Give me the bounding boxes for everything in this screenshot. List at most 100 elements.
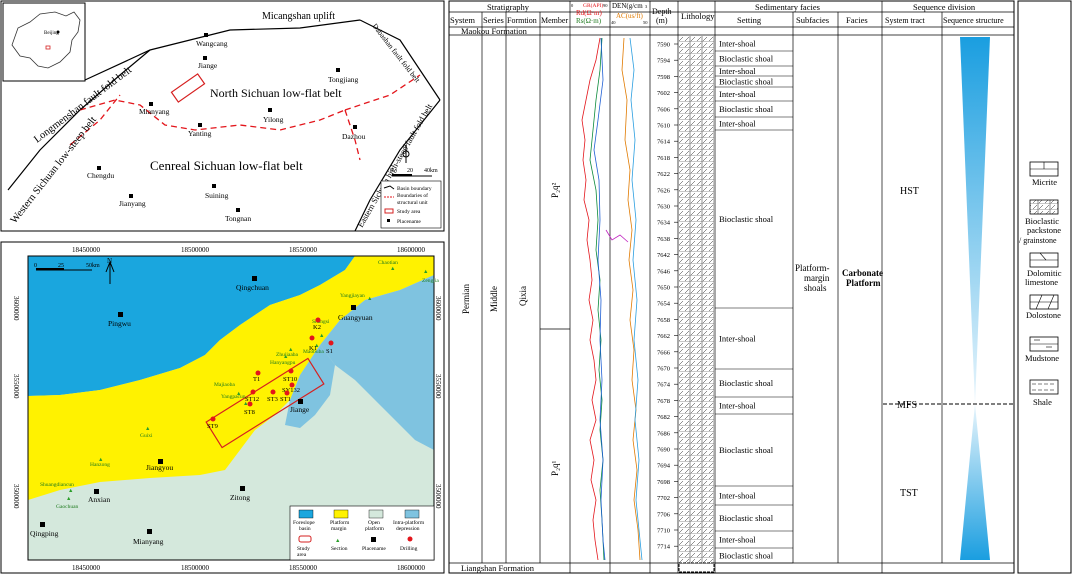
svg-text:System: System bbox=[450, 15, 475, 25]
svg-text:S1: S1 bbox=[326, 348, 333, 355]
svg-text:Shale: Shale bbox=[1033, 397, 1052, 407]
svg-text:40: 40 bbox=[611, 20, 616, 25]
place-mianyang: Mianyang bbox=[139, 107, 170, 116]
svg-text:DEN(g/cm: DEN(g/cm bbox=[612, 2, 643, 10]
svg-text:MFS: MFS bbox=[897, 400, 917, 411]
svg-text:depression: depression bbox=[396, 526, 420, 532]
svg-text:Subfacies: Subfacies bbox=[796, 15, 829, 25]
svg-text:▲: ▲ bbox=[390, 266, 395, 272]
svg-text:Hanyangpu: Hanyangpu bbox=[270, 360, 296, 366]
svg-text:Majiaoba: Majiaoba bbox=[214, 382, 235, 388]
setting-label: Inter-shoal bbox=[719, 119, 756, 129]
setting-label: Inter-shoal bbox=[719, 401, 756, 411]
depth-label: 7706 bbox=[657, 511, 671, 518]
svg-text:Pingwu: Pingwu bbox=[108, 319, 131, 328]
setting-label: Inter-shoal bbox=[719, 39, 756, 49]
lithology-legend: Micrite Bioclastic packstone / grainston… bbox=[1017, 0, 1072, 574]
depth-label: 7694 bbox=[657, 463, 671, 470]
setting-label: Bioclastic shoal bbox=[719, 378, 774, 388]
svg-text:90: 90 bbox=[603, 3, 608, 8]
setting-label: Bioclastic shoal bbox=[719, 54, 774, 64]
bottom-legend: Foreslope basin Platform margin Open pla… bbox=[289, 505, 435, 561]
svg-text:ST10: ST10 bbox=[283, 376, 297, 383]
svg-text:25: 25 bbox=[58, 263, 64, 269]
svg-text:structural unit: structural unit bbox=[397, 200, 428, 206]
svg-text:Platform-: Platform- bbox=[795, 263, 830, 273]
svg-text:20: 20 bbox=[407, 168, 413, 174]
svg-text:Permian: Permian bbox=[461, 284, 471, 314]
svg-text:Mudstone: Mudstone bbox=[1025, 353, 1059, 363]
svg-text:3550000: 3550000 bbox=[434, 374, 442, 399]
svg-text:Placename: Placename bbox=[362, 546, 386, 552]
svg-text:40km: 40km bbox=[424, 168, 438, 174]
svg-text:Platform: Platform bbox=[846, 278, 881, 288]
svg-text:Dolostone: Dolostone bbox=[1026, 310, 1061, 320]
depth-label: 7658 bbox=[657, 317, 670, 324]
depth-label: 7662 bbox=[657, 333, 670, 340]
setting-label: Bioclastic shoal bbox=[719, 513, 774, 523]
svg-text:N: N bbox=[403, 144, 408, 150]
svg-text:Jiangyou: Jiangyou bbox=[146, 463, 173, 472]
svg-text:50: 50 bbox=[643, 20, 648, 25]
svg-text:▲: ▲ bbox=[423, 269, 428, 275]
svg-text:ST12: ST12 bbox=[245, 396, 259, 403]
svg-text:18450000: 18450000 bbox=[72, 564, 101, 572]
svg-text:ST8: ST8 bbox=[244, 409, 255, 416]
svg-text:System tract: System tract bbox=[885, 16, 926, 25]
depth-label: 7710 bbox=[657, 528, 670, 535]
svg-text:Shuangdiancun: Shuangdiancun bbox=[40, 482, 74, 488]
setting-label: Bioclastic shoal bbox=[719, 551, 774, 561]
svg-text:Sedimentary facies: Sedimentary facies bbox=[755, 2, 820, 12]
svg-text:HST: HST bbox=[900, 186, 919, 197]
depth-label: 7666 bbox=[657, 349, 671, 356]
svg-text:Platform: Platform bbox=[330, 519, 350, 526]
place-yilong: Yilong bbox=[263, 115, 284, 124]
svg-text:Setting: Setting bbox=[737, 15, 762, 25]
svg-text:18500000: 18500000 bbox=[181, 564, 210, 572]
svg-text:Facies: Facies bbox=[846, 15, 868, 25]
svg-text:▲: ▲ bbox=[335, 538, 340, 544]
svg-text:ST9: ST9 bbox=[207, 423, 218, 430]
svg-text:Chaotian: Chaotian bbox=[378, 260, 398, 266]
svg-text:packstone: packstone bbox=[1027, 225, 1061, 235]
svg-text:0: 0 bbox=[34, 263, 37, 269]
bottom-formation: Liangshan Formation bbox=[461, 563, 535, 573]
depth-label: 7590 bbox=[657, 42, 670, 49]
svg-text:▲: ▲ bbox=[319, 333, 324, 339]
svg-text:3500000: 3500000 bbox=[12, 484, 20, 509]
place-tongjiang: Tongjiang bbox=[328, 75, 359, 84]
region-north-sichuan: North Sichuan low-flat belt bbox=[210, 86, 342, 100]
svg-text:Sequence division: Sequence division bbox=[913, 2, 976, 12]
inset-beijing: Beijing bbox=[44, 31, 59, 36]
strat-column: Stratigraphy System Series Formtion Memb… bbox=[448, 0, 1015, 574]
svg-text:18550000: 18550000 bbox=[289, 246, 318, 254]
depth-label: 7630 bbox=[657, 204, 670, 211]
svg-text:Zengjia: Zengjia bbox=[422, 278, 439, 284]
depth-label: 7670 bbox=[657, 366, 670, 373]
svg-text:Gaochuan: Gaochuan bbox=[56, 504, 79, 510]
depth-label: 7642 bbox=[657, 252, 670, 259]
svg-text:limestone: limestone bbox=[1025, 277, 1058, 287]
svg-text:▲: ▲ bbox=[66, 496, 71, 502]
svg-text:Sequence structure: Sequence structure bbox=[943, 16, 1004, 25]
svg-text:0: 0 bbox=[390, 168, 393, 174]
depth-label: 7682 bbox=[657, 414, 670, 421]
svg-text:▲: ▲ bbox=[367, 296, 372, 302]
setting-label: Bioclastic shoal bbox=[719, 77, 774, 87]
svg-text:N: N bbox=[107, 257, 112, 265]
svg-text:ST3: ST3 bbox=[267, 396, 278, 403]
setting-label: Inter-shoal bbox=[719, 535, 756, 545]
depth-label: 7674 bbox=[657, 382, 671, 389]
svg-text:Qingchuan: Qingchuan bbox=[236, 283, 269, 292]
svg-text:Micrite: Micrite bbox=[1032, 177, 1057, 187]
place-jiange: Jiange bbox=[198, 61, 218, 70]
svg-text:ST1: ST1 bbox=[280, 396, 291, 403]
place-wangcang: Wangcang bbox=[196, 39, 228, 48]
setting-label: Inter-shoal bbox=[719, 334, 756, 344]
svg-text:Yangpacun: Yangpacun bbox=[221, 394, 246, 400]
svg-text:(m): (m) bbox=[656, 16, 668, 25]
svg-text:18500000: 18500000 bbox=[181, 246, 210, 254]
svg-text:18600000: 18600000 bbox=[397, 564, 426, 572]
depth-label: 7618 bbox=[657, 155, 670, 162]
svg-text:Middle: Middle bbox=[489, 286, 499, 312]
